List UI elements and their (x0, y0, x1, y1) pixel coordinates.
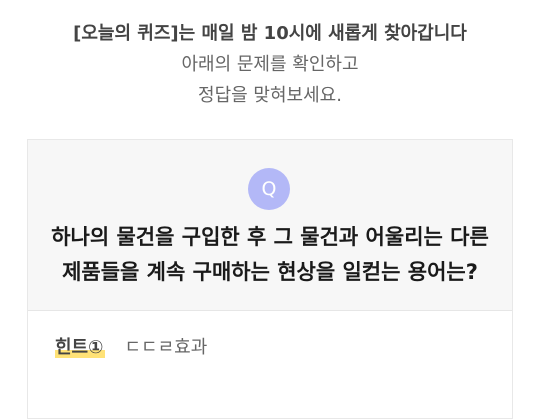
hint-row: 힌트① ㄷㄷㄹ효과 (55, 336, 207, 360)
quiz-intro: [오늘의 퀴즈]는 매일 밤 10시에 새롭게 찾아갑니다 아래의 문제를 확인… (0, 18, 540, 111)
intro-title: [오늘의 퀴즈]는 매일 밤 10시에 새롭게 찾아갑니다 (73, 23, 467, 44)
intro-instruction: 정답을 맞혀보세요. (198, 85, 342, 106)
question-line-2: 제품들을 계속 구매하는 현상을 일컫는 용어는? (62, 260, 478, 284)
hint-label: 힌트① (55, 336, 106, 360)
question-line-1: 하나의 물건을 구입한 후 그 물건과 어울리는 다른 (51, 225, 489, 249)
hint-label-text: 힌트① (55, 337, 104, 358)
quiz-card: Q 하나의 물건을 구입한 후 그 물건과 어울리는 다른 제품들을 계속 구매… (27, 139, 513, 419)
hint-value: ㄷㄷㄹ효과 (124, 337, 208, 358)
question-text: 하나의 물건을 구입한 후 그 물건과 어울리는 다른 제품들을 계속 구매하는… (28, 220, 512, 290)
question-badge-icon: Q (248, 168, 290, 210)
intro-subtitle: 아래의 문제를 확인하고 (181, 54, 359, 75)
question-panel: Q 하나의 물건을 구입한 후 그 물건과 어울리는 다른 제품들을 계속 구매… (28, 140, 512, 311)
